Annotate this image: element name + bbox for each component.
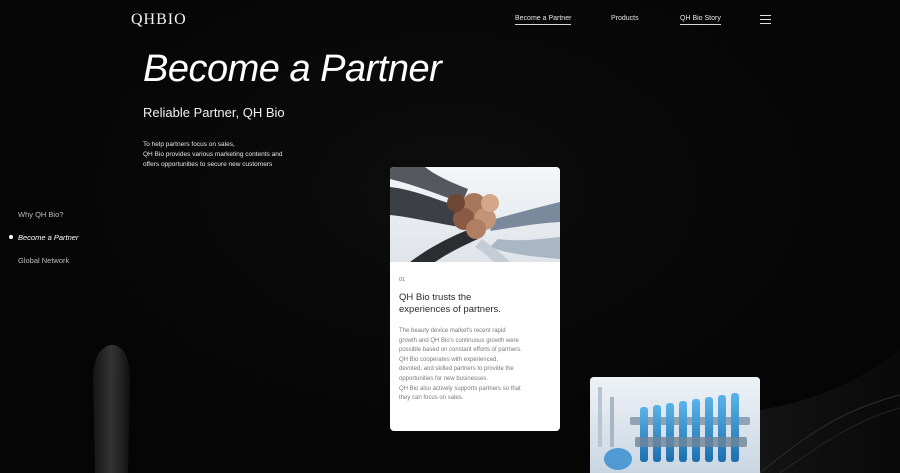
description-line: QH Bio provides various marketing conten… <box>143 151 283 158</box>
nav-become-a-partner[interactable]: Become a Partner <box>515 15 572 25</box>
page-title: Become a Partner <box>143 48 442 90</box>
description-line: To help partners focus on sales, <box>143 141 235 148</box>
laboratory-test-tubes-photo <box>590 377 760 473</box>
team-fist-bump-photo <box>390 167 560 262</box>
card-body-line: growth and QH Bio's continuous growth we… <box>399 337 519 344</box>
card-body-line: The beauty device market's recent rapid <box>399 328 506 334</box>
card-body-line: possible based on constant efforts of pa… <box>399 347 522 354</box>
card-body-line: QH Bio also actively supports partners s… <box>399 385 521 392</box>
card-title-line: experiences of partners. <box>399 304 501 315</box>
page: QHBIO Become a Partner Products QH Bio S… <box>0 0 900 473</box>
card-title: QH Bio trusts the experiences of partner… <box>399 292 549 316</box>
partner-card: 01 QH Bio trusts the experiences of part… <box>390 167 560 431</box>
partner-card <box>590 377 760 473</box>
nav-qh-bio-story[interactable]: QH Bio Story <box>680 15 721 25</box>
nav-products[interactable]: Products <box>611 15 639 24</box>
card-body-line: they can focus on sales. <box>399 395 464 402</box>
side-nav-why-qh-bio[interactable]: Why QH Bio? <box>18 210 63 219</box>
logo[interactable]: QHBIO <box>131 11 187 29</box>
card-number: 01 <box>399 277 406 283</box>
card-body-line: opportunities for new businesses. <box>399 375 489 382</box>
card-title-line: QH Bio trusts the <box>399 292 472 303</box>
description-line: offers opportunities to secure new custo… <box>143 161 273 168</box>
side-nav-global-network[interactable]: Global Network <box>18 256 69 265</box>
card-body-line: devoted, and skilled partners to provide… <box>399 366 514 373</box>
hamburger-menu-icon[interactable] <box>760 15 771 24</box>
card-body-line: QH Bio cooperates with experienced, <box>399 356 499 363</box>
page-description: To help partners focus on sales, QH Bio … <box>143 140 323 170</box>
page-subtitle: Reliable Partner, QH Bio <box>143 105 285 120</box>
card-body: The beauty device market's recent rapid … <box>399 327 554 404</box>
side-nav-active-dot-icon <box>9 235 13 239</box>
side-nav-become-a-partner[interactable]: Become a Partner <box>18 233 78 242</box>
